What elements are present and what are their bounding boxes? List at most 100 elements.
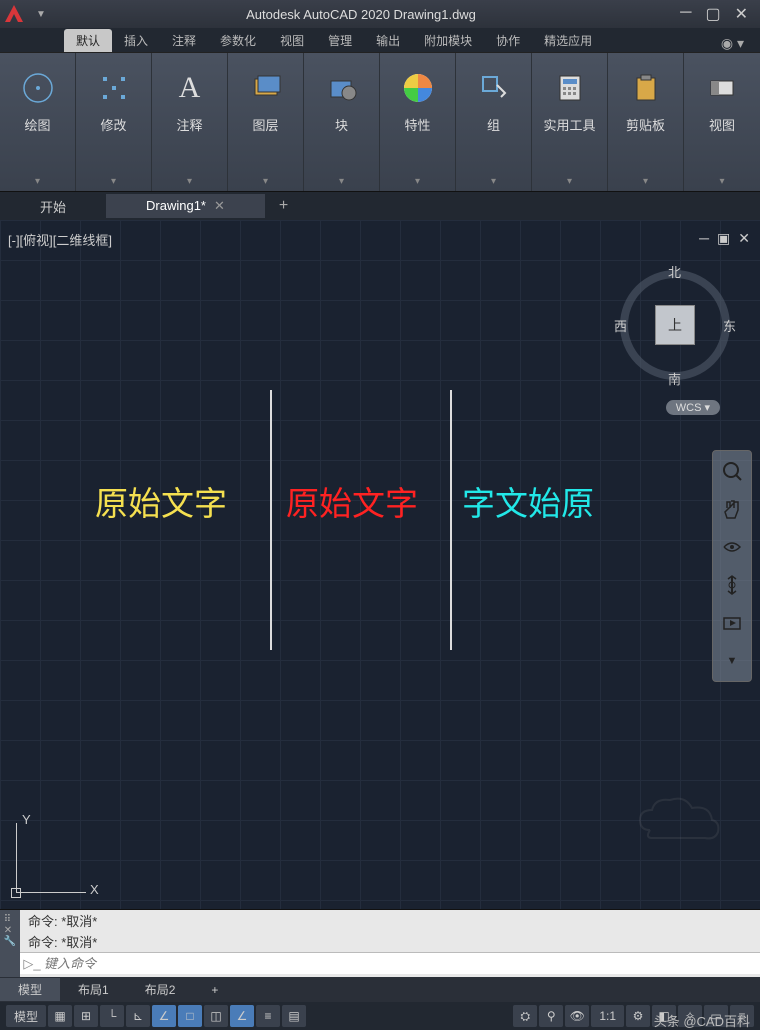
scale-button[interactable]: 1:1 <box>591 1005 624 1027</box>
3dosnap-toggle-icon[interactable]: ◫ <box>204 1005 228 1027</box>
command-history-line: 命令: *取消* <box>20 931 760 952</box>
divider-line <box>270 390 272 650</box>
add-tab-button[interactable]: + <box>265 197 302 215</box>
chevron-down-icon[interactable]: ▾ <box>643 176 648 187</box>
chevron-down-icon[interactable]: ▾ <box>339 176 344 187</box>
ribbon-tab-output[interactable]: 输出 <box>364 29 412 52</box>
command-history-line: 命令: *取消* <box>20 910 760 931</box>
layout-tab-model[interactable]: 模型 <box>0 978 60 1001</box>
grid-toggle-icon[interactable]: ▦ <box>48 1005 72 1027</box>
viewcube-south[interactable]: 南 <box>668 369 681 388</box>
panel-draw[interactable]: 绘图 ▾ <box>0 53 76 191</box>
layout-tab-layout2[interactable]: 布局2 <box>127 978 194 1001</box>
pan-icon[interactable] <box>718 495 746 523</box>
command-handle[interactable]: ⠿✕🔧 <box>0 910 20 977</box>
move-icon <box>93 67 135 109</box>
workspace-icon[interactable]: ⚙ <box>626 1005 650 1027</box>
text-icon: A <box>169 67 211 109</box>
chevron-down-icon[interactable]: ▾ <box>35 176 40 187</box>
panel-group[interactable]: 组 ▾ <box>456 53 532 191</box>
chevron-down-icon[interactable]: ▾ <box>719 176 724 187</box>
ribbon-tab-annotate[interactable]: 注释 <box>160 29 208 52</box>
maximize-button[interactable]: ▢ <box>705 4 720 24</box>
annotation-visibility-icon[interactable]: 👁 <box>565 1005 589 1027</box>
annotation-icon[interactable]: ⛭ <box>513 1005 537 1027</box>
layout-tabs: 模型 布局1 布局2 + <box>0 977 760 1002</box>
ribbon-tab-view[interactable]: 视图 <box>268 29 316 52</box>
panel-annotate-label: 注释 <box>176 115 202 134</box>
panel-utilities-label: 实用工具 <box>543 115 595 134</box>
otrack-toggle-icon[interactable]: ∠ <box>230 1005 254 1027</box>
ribbon-tab-featured[interactable]: 精选应用 <box>532 29 604 52</box>
lineweight-toggle-icon[interactable]: ≡ <box>256 1005 280 1027</box>
snap-toggle-icon[interactable]: ⊞ <box>74 1005 98 1027</box>
panel-annotate[interactable]: A 注释 ▾ <box>152 53 228 191</box>
orbit-icon[interactable] <box>718 533 746 561</box>
viewcube-west[interactable]: 西 <box>614 316 627 335</box>
close-icon[interactable]: ✕ <box>214 198 225 213</box>
close-button[interactable]: ✕ <box>735 4 748 24</box>
ribbon-toggle-icon[interactable]: ◉ ▾ <box>721 35 744 52</box>
viewcube-north[interactable]: 北 <box>668 262 681 281</box>
chevron-down-icon[interactable]: ▾ <box>567 176 572 187</box>
transparency-toggle-icon[interactable]: ▤ <box>282 1005 306 1027</box>
quick-access-dropdown-icon[interactable]: ▼ <box>36 9 46 20</box>
osnap-toggle-icon[interactable]: □ <box>178 1005 202 1027</box>
annotation-scale-icon[interactable]: ⚲ <box>539 1005 563 1027</box>
layout-tab-layout1[interactable]: 布局1 <box>60 978 127 1001</box>
minimize-button[interactable]: ─ <box>680 4 691 24</box>
doc-tab-label: Drawing1* <box>146 198 206 213</box>
command-area: ⠿✕🔧 命令: *取消* 命令: *取消* ▷_ <box>0 909 760 977</box>
text-original-red[interactable]: 原始文字 <box>286 477 418 525</box>
viewport-close-icon[interactable]: ✕ <box>738 230 750 247</box>
ribbon-tab-insert[interactable]: 插入 <box>112 29 160 52</box>
drawing-canvas[interactable]: [-][俯视][二维线框] ─ ▣ ✕ 上 北 南 西 东 WCS ▾ ▼ 原始… <box>0 220 760 909</box>
viewport-label[interactable]: [-][俯视][二维线框] <box>8 230 112 249</box>
chevron-down-icon[interactable]: ▾ <box>491 176 496 187</box>
wcs-badge[interactable]: WCS ▾ <box>666 400 720 415</box>
view-icon <box>701 67 743 109</box>
block-icon <box>321 67 363 109</box>
viewcube-top-face[interactable]: 上 <box>655 305 695 345</box>
status-model-button[interactable]: 模型 <box>6 1005 46 1027</box>
chevron-down-icon[interactable]: ▾ <box>415 176 420 187</box>
doc-tab-drawing1[interactable]: Drawing1* ✕ <box>106 194 265 218</box>
chevron-down-icon[interactable]: ▾ <box>263 176 268 187</box>
panel-utilities[interactable]: 实用工具 ▾ <box>532 53 608 191</box>
text-mirrored-cyan[interactable]: 字文始原 <box>462 477 594 525</box>
viewport-minimize-icon[interactable]: ─ <box>699 230 709 247</box>
command-input[interactable] <box>44 956 760 971</box>
steering-wheel-icon[interactable] <box>718 571 746 599</box>
viewcube[interactable]: 上 北 南 西 东 <box>610 260 740 390</box>
isodraft-toggle-icon[interactable]: ∠ <box>152 1005 176 1027</box>
ribbon-tab-manage[interactable]: 管理 <box>316 29 364 52</box>
circle-icon <box>17 67 59 109</box>
zoom-extents-icon[interactable] <box>718 457 746 485</box>
panel-modify[interactable]: 修改 ▾ <box>76 53 152 191</box>
panel-clipboard[interactable]: 剪贴板 ▾ <box>608 53 684 191</box>
ribbon-tab-collaborate[interactable]: 协作 <box>484 29 532 52</box>
chevron-down-icon[interactable]: ▾ <box>187 176 192 187</box>
panel-clipboard-label: 剪贴板 <box>626 115 665 134</box>
panel-properties[interactable]: 特性 ▾ <box>380 53 456 191</box>
ribbon-tab-addins[interactable]: 附加模块 <box>412 29 484 52</box>
viewport-maximize-icon[interactable]: ▣ <box>717 230 730 247</box>
panel-block[interactable]: 块 ▾ <box>304 53 380 191</box>
ortho-toggle-icon[interactable]: └ <box>100 1005 124 1027</box>
add-layout-button[interactable]: + <box>193 980 236 1000</box>
viewcube-east[interactable]: 东 <box>723 316 736 335</box>
ribbon-tab-default[interactable]: 默认 <box>64 29 112 52</box>
panel-view-label: 视图 <box>709 115 735 134</box>
showmotion-icon[interactable] <box>718 609 746 637</box>
panel-view[interactable]: 视图 ▾ <box>684 53 760 191</box>
chevron-down-icon[interactable]: ▾ <box>111 176 116 187</box>
ribbon-tab-parametric[interactable]: 参数化 <box>208 29 268 52</box>
ucs-y-label: Y <box>22 812 31 827</box>
divider-line <box>450 390 452 650</box>
nav-menu-icon[interactable]: ▼ <box>718 647 746 675</box>
text-original-yellow[interactable]: 原始文字 <box>95 477 227 525</box>
document-tabs: 开始 Drawing1* ✕ + <box>0 192 760 220</box>
panel-layers[interactable]: 图层 ▾ <box>228 53 304 191</box>
polar-toggle-icon[interactable]: ⊾ <box>126 1005 150 1027</box>
doc-tab-start[interactable]: 开始 <box>0 193 106 220</box>
